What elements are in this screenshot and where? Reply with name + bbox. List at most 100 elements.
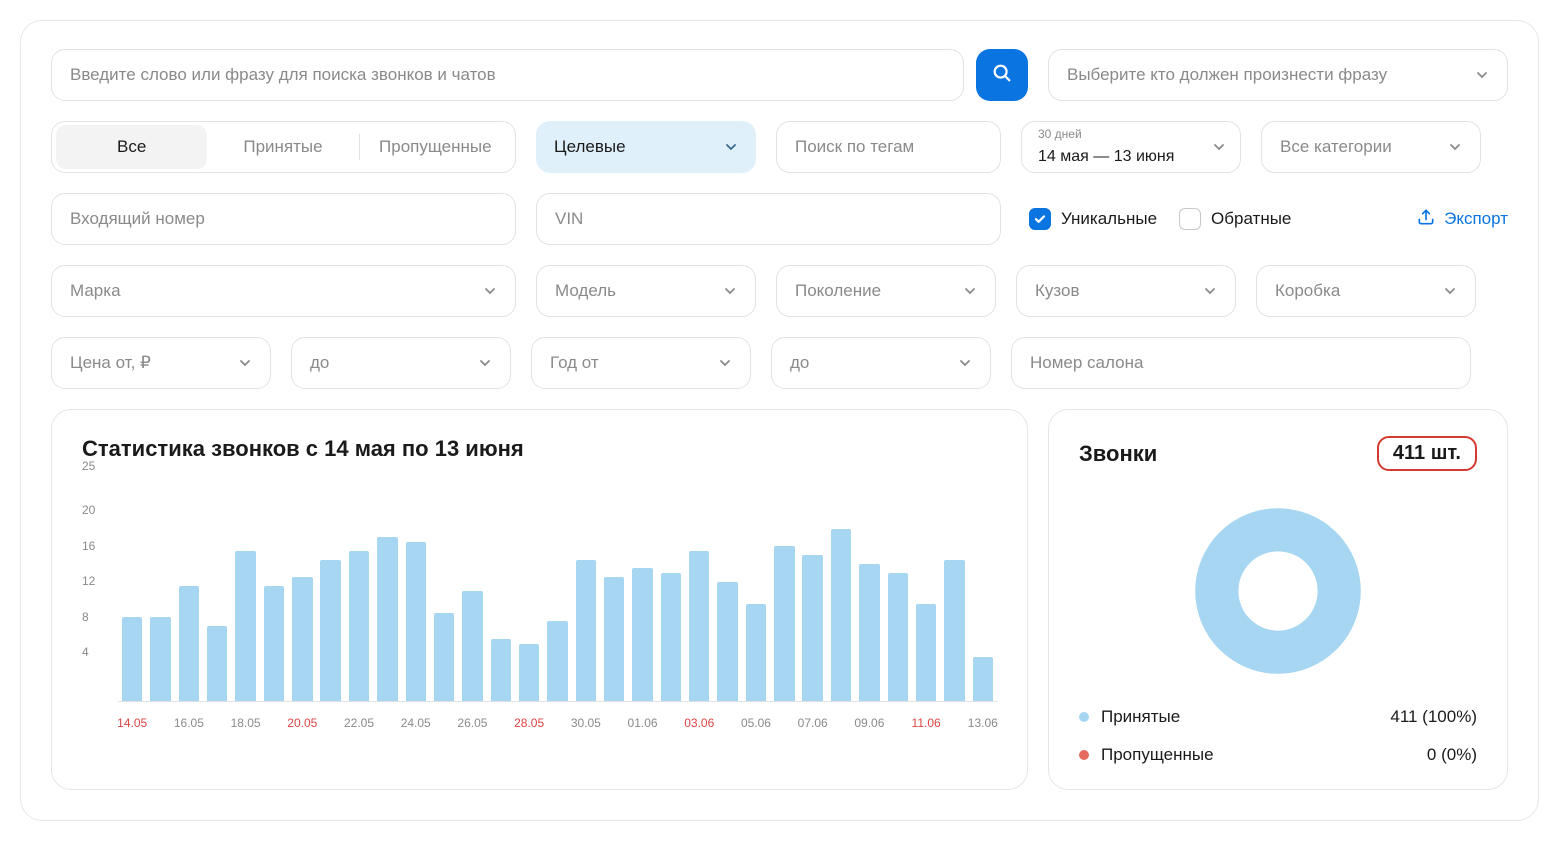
legend-dot-accepted — [1079, 712, 1089, 722]
chevron-down-icon — [1448, 140, 1462, 154]
date-range-select[interactable]: 30 дней 14 мая — 13 июня — [1021, 121, 1241, 173]
chart-bar — [462, 591, 482, 702]
chart-x-tick: 30.05 — [571, 716, 601, 730]
chart-x-tick: 26.05 — [457, 716, 487, 730]
search-button[interactable] — [976, 49, 1028, 101]
speaker-placeholder: Выберите кто должен произнести фразу — [1067, 65, 1387, 85]
chart-bar — [604, 577, 624, 701]
chart-x-tick: 24.05 — [401, 716, 431, 730]
export-label: Экспорт — [1444, 209, 1508, 229]
chart-x-tick: 20.05 — [287, 716, 317, 730]
chart-bar — [150, 617, 170, 701]
chart-bar — [717, 582, 737, 701]
chart-bar — [632, 568, 652, 701]
chart-x-tick: 01.06 — [628, 716, 658, 730]
legend-accepted-value: 411 (100%) — [1390, 707, 1477, 727]
vin-input[interactable]: VIN — [536, 193, 1001, 245]
chart-bar — [689, 551, 709, 701]
donut-wrap — [1079, 501, 1477, 681]
chart-bar — [179, 586, 199, 701]
year-from-select[interactable]: Год от — [531, 337, 751, 389]
unique-checkbox[interactable]: Уникальные — [1029, 208, 1157, 230]
chevron-down-icon — [724, 140, 738, 154]
salon-number-input[interactable]: Номер салона — [1011, 337, 1471, 389]
stats-title: Статистика звонков с 14 мая по 13 июня — [82, 436, 997, 462]
chart-y-tick: 12 — [82, 574, 110, 588]
categories-label: Все категории — [1280, 137, 1392, 157]
chart-bar — [944, 560, 964, 701]
search-input[interactable]: Введите слово или фразу для поиска звонк… — [51, 49, 964, 101]
chart-y-axis: 4812162025 — [82, 480, 110, 702]
legend-dot-missed — [1079, 750, 1089, 760]
chart-bar — [406, 542, 426, 701]
stats-chart: 4812162025 14.0516.0518.0520.0522.0524.0… — [82, 480, 997, 730]
incoming-number-input[interactable]: Входящий номер — [51, 193, 516, 245]
brand-select[interactable]: Марка — [51, 265, 516, 317]
chart-bar — [916, 604, 936, 701]
price-to-select[interactable]: до — [291, 337, 511, 389]
chart-bar — [859, 564, 879, 701]
tab-all[interactable]: Все — [56, 125, 207, 169]
date-range: 14 мая — 13 июня — [1038, 147, 1174, 166]
chart-x-tick: 11.06 — [912, 716, 941, 730]
gearbox-select[interactable]: Коробка — [1256, 265, 1476, 317]
target-label: Целевые — [554, 137, 626, 157]
chevron-down-icon — [238, 356, 252, 370]
tags-placeholder: Поиск по тегам — [795, 137, 914, 157]
chevron-down-icon — [1475, 68, 1489, 82]
chart-x-tick: 28.05 — [514, 716, 544, 730]
row-car-filters-1: Марка Модель Поколение Кузов Коробка — [51, 265, 1508, 317]
chart-x-tick: 05.06 — [741, 716, 771, 730]
date-caption: 30 дней — [1038, 128, 1082, 141]
search-wrap: Введите слово или фразу для поиска звонк… — [51, 49, 1028, 101]
incoming-placeholder: Входящий номер — [70, 209, 205, 229]
search-icon — [991, 62, 1013, 89]
chevron-down-icon — [1203, 284, 1217, 298]
calls-legend: Принятые 411 (100%) Пропущенные 0 (0%) — [1079, 707, 1477, 765]
chart-bar — [547, 621, 567, 701]
target-select[interactable]: Целевые — [536, 121, 756, 173]
chart-bar — [746, 604, 766, 701]
tags-input[interactable]: Поиск по тегам — [776, 121, 1001, 173]
chart-x-tick: 03.06 — [684, 716, 714, 730]
chart-x-tick: 07.06 — [798, 716, 828, 730]
chart-bar — [576, 560, 596, 701]
chart-x-tick: 13.06 — [968, 716, 998, 730]
chart-bar — [661, 573, 681, 701]
row-search: Введите слово или фразу для поиска звонк… — [51, 49, 1508, 101]
chart-bar — [349, 551, 369, 701]
checkbox-icon — [1179, 208, 1201, 230]
upload-icon — [1416, 207, 1436, 232]
chart-bar — [320, 560, 340, 701]
unique-label: Уникальные — [1061, 209, 1157, 229]
generation-select[interactable]: Поколение — [776, 265, 996, 317]
calls-card: Звонки 411 шт. Принятые 411 (100%) — [1048, 409, 1508, 790]
return-checkbox[interactable]: Обратные — [1179, 208, 1291, 230]
chart-bar — [802, 555, 822, 701]
donut-chart — [1188, 501, 1368, 681]
calls-total-badge: 411 шт. — [1377, 436, 1477, 471]
chart-y-tick: 16 — [82, 539, 110, 553]
body-select[interactable]: Кузов — [1016, 265, 1236, 317]
tab-missed[interactable]: Пропущенные — [360, 125, 511, 169]
chart-x-axis: 14.0516.0518.0520.0522.0524.0526.0528.05… — [118, 708, 997, 730]
chart-bar — [519, 644, 539, 701]
chart-bar — [235, 551, 255, 701]
chevron-down-icon — [1212, 140, 1226, 154]
row-filters-1: Все Принятые Пропущенные Целевые Поиск п… — [51, 121, 1508, 173]
chart-bar — [434, 613, 454, 701]
speaker-select[interactable]: Выберите кто должен произнести фразу — [1048, 49, 1508, 101]
price-from-select[interactable]: Цена от, ₽ — [51, 337, 271, 389]
chevron-down-icon — [718, 356, 732, 370]
chevron-down-icon — [958, 356, 972, 370]
page: Введите слово или фразу для поиска звонк… — [20, 20, 1539, 821]
chart-bar — [774, 546, 794, 701]
categories-select[interactable]: Все категории — [1261, 121, 1481, 173]
export-button[interactable]: Экспорт — [1416, 207, 1508, 232]
model-select[interactable]: Модель — [536, 265, 756, 317]
year-to-select[interactable]: до — [771, 337, 991, 389]
chart-x-tick: 18.05 — [231, 716, 261, 730]
chart-bar — [888, 573, 908, 701]
tab-accepted[interactable]: Принятые — [207, 125, 358, 169]
chart-bar — [491, 639, 511, 701]
